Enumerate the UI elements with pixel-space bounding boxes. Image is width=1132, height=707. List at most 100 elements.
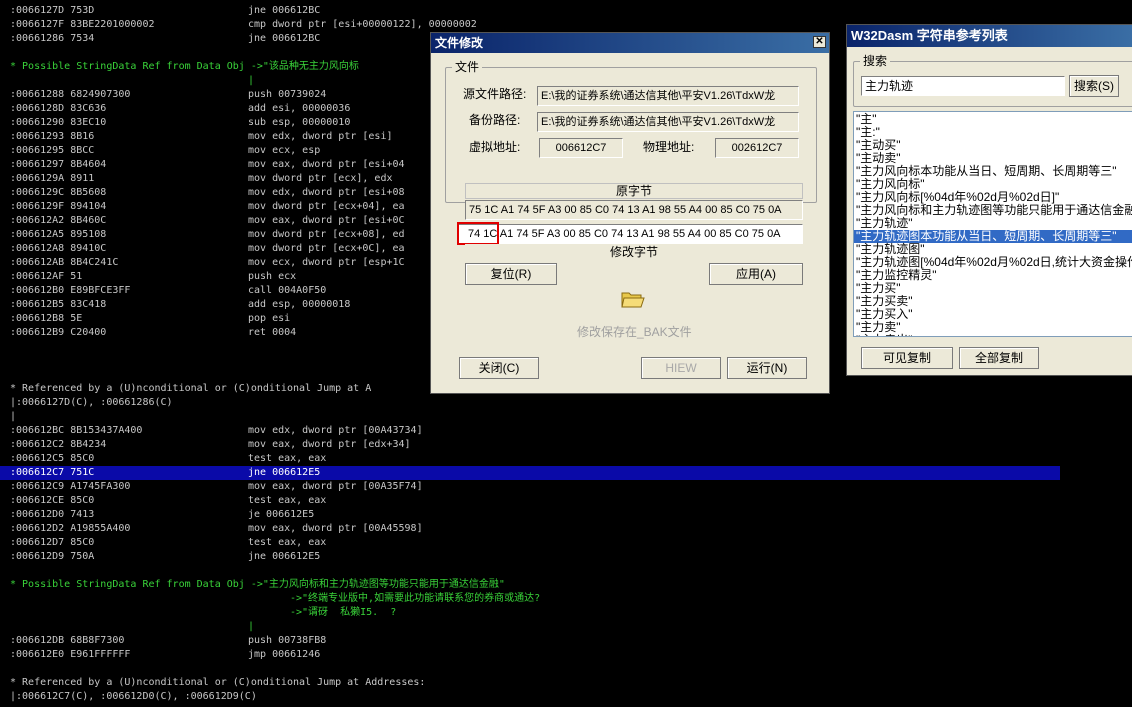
line-address: :006612B5 83C418 — [10, 299, 107, 310]
listing-line-selected[interactable]: :006612C7 751C jne 006612E5 — [0, 466, 1060, 480]
string-list-item[interactable]: "主力卖出" — [854, 334, 1132, 337]
line-instruction: je 006612E5 — [248, 509, 315, 520]
line-instruction: push ecx — [248, 271, 297, 282]
all-copy-button[interactable]: 全部复制 — [959, 347, 1039, 369]
close-button[interactable]: 关闭(C) — [459, 357, 539, 379]
line-instruction: jne 006612BC — [248, 33, 321, 44]
line-instruction: push 00739024 — [248, 89, 327, 100]
line-instruction: ret 0004 — [248, 327, 297, 338]
line-address: :006612CE 85C0 — [10, 495, 95, 506]
line-instruction: mov edx, dword ptr [esi] — [248, 131, 393, 142]
line-instruction: mov dword ptr [ecx+08], ed — [248, 229, 405, 240]
saved-note: 修改保存在_BAK文件 — [577, 325, 692, 339]
line-address: :00661293 8B16 — [10, 131, 95, 142]
string-list[interactable]: "主" "主:" "主动买" "主动卖" "主力风向标本功能从当日、短周期、长周期等三"… — [853, 111, 1132, 337]
line-instruction: mov edx, dword ptr [esi+08 — [248, 187, 405, 198]
line-address: :006612AB 8B4C241C — [10, 257, 119, 268]
line-instruction: add esi, 00000036 — [248, 103, 351, 114]
line-instruction: jmp 00661246 — [248, 649, 321, 660]
flow-bar-glyph: | — [248, 75, 255, 86]
line-instruction: call 004A0F50 — [248, 285, 327, 296]
line-address: :006612AF 51 — [10, 271, 83, 282]
close-icon[interactable]: ✕ — [813, 36, 826, 48]
search-button[interactable]: 搜索(S) — [1069, 75, 1119, 97]
search-input[interactable]: 主力轨迹 — [861, 76, 1065, 96]
line-address: :006612C7 751C — [10, 467, 95, 478]
line-instruction: test eax, eax — [248, 453, 327, 464]
line-instruction: mov ecx, esp — [248, 145, 321, 156]
string-reference-dialog: W32Dasm 字符串参考列表 搜索 主力轨迹 搜索(S) "主" "主:" "主动… — [846, 24, 1132, 376]
line-instruction: pop esi — [248, 313, 291, 324]
line-address: :006612C9 A1745FA300 — [10, 481, 131, 492]
backup-path-label: 备份路径: — [469, 113, 521, 127]
flow-bar-glyph: | — [248, 621, 255, 632]
line-instruction: mov ecx, dword ptr [esp+1C — [248, 257, 405, 268]
original-bytes-field[interactable]: 75 1C A1 74 5F A3 00 85 C0 74 13 A1 98 5… — [465, 200, 803, 220]
line-address: :006612D2 A19855A400 — [10, 523, 131, 534]
line-address: :00661297 8B4604 — [10, 159, 107, 170]
hiew-button[interactable]: HIEW — [641, 357, 721, 379]
line-address: :006612A8 89410C — [10, 243, 107, 254]
string-reference-titlebar[interactable]: W32Dasm 字符串参考列表 — [847, 25, 1132, 47]
comment-text: ->"终端专业版中,如需要此功能请联系您的券商或通达? — [290, 593, 541, 604]
file-modify-titlebar[interactable]: 文件修改 ✕ — [431, 33, 829, 53]
virtual-address-field[interactable]: 006612C7 — [539, 138, 623, 158]
line-address: :006612C5 85C0 — [10, 453, 95, 464]
line-address: :00661290 83EC10 — [10, 117, 107, 128]
line-address: :006612D7 85C0 — [10, 537, 95, 548]
file-modify-dialog: 文件修改 ✕ 文件 源文件路径: E:\我的证券系统\通达信其他\平安V1.26… — [430, 32, 830, 394]
physical-address-field[interactable]: 002612C7 — [715, 138, 799, 158]
reference-text: |:0066127D(C), :00661286(C) — [10, 397, 173, 408]
line-instruction: mov dword ptr [ecx+0C], ea — [248, 243, 405, 254]
source-path-field[interactable]: E:\我的证券系统\通达信其他\平安V1.26\TdxW龙 — [537, 86, 799, 106]
comment-text: ->"谞砑 私獭I5. ? — [290, 607, 397, 618]
line-instruction: mov dword ptr [ecx+04], ea — [248, 201, 405, 212]
reference-text: * Referenced by a (U)nconditional or (C)… — [10, 677, 426, 688]
line-instruction: jne 006612BC — [248, 5, 321, 16]
line-instruction: push 00738FB8 — [248, 635, 327, 646]
file-group-label: 文件 — [452, 60, 483, 74]
folder-icon — [621, 289, 645, 309]
search-group-label: 搜索 — [860, 54, 891, 68]
reset-button[interactable]: 复位(R) — [465, 263, 557, 285]
reference-text: |:006612C7(C), :006612D0(C), :006612D9(C… — [10, 691, 257, 702]
line-instruction: jne 006612E5 — [248, 467, 321, 478]
modified-bytes-input[interactable]: 74 1C A1 74 5F A3 00 85 C0 74 13 A1 98 5… — [457, 224, 803, 244]
line-address: :0066128D 83C636 — [10, 103, 107, 114]
run-button[interactable]: 运行(N) — [727, 357, 807, 379]
line-address: :006612A5 895108 — [10, 229, 107, 240]
source-path-label: 源文件路径: — [463, 87, 527, 101]
line-address: :006612BC 8B153437A400 — [10, 425, 143, 436]
backup-path-field[interactable]: E:\我的证券系统\通达信其他\平安V1.26\TdxW龙 — [537, 112, 799, 132]
line-instruction: mov eax, dword ptr [edx+34] — [248, 439, 411, 450]
line-address: :00661288 6824907300 — [10, 89, 131, 100]
line-address: :0066127D 753D — [10, 5, 95, 16]
line-address: :006612D9 750A — [10, 551, 95, 562]
line-address: :006612C2 8B4234 — [10, 439, 107, 450]
visible-copy-button[interactable]: 可见复制 — [861, 347, 953, 369]
string-dialog-title: W32Dasm 字符串参考列表 — [851, 28, 1008, 43]
virtual-address-label: 虚拟地址: — [469, 140, 521, 154]
line-address: :0066129C 8B5608 — [10, 187, 107, 198]
line-instruction: mov eax, dword ptr [esi+0C — [248, 215, 405, 226]
string-list-item[interactable]: "主" — [854, 113, 1132, 126]
line-instruction: sub esp, 00000010 — [248, 117, 351, 128]
modified-bytes-header: 修改字节 — [465, 244, 803, 260]
apply-button[interactable]: 应用(A) — [709, 263, 803, 285]
line-instruction: jne 006612E5 — [248, 551, 321, 562]
line-instruction: add esp, 00000018 — [248, 299, 351, 310]
line-address: :006612B8 5E — [10, 313, 83, 324]
changed-byte-highlight — [457, 222, 499, 245]
line-address: :006612D0 7413 — [10, 509, 95, 520]
line-address: :006612DB 68B8F7300 — [10, 635, 125, 646]
line-address: :0066129A 8911 — [10, 173, 95, 184]
line-address: :0066129F 894104 — [10, 201, 107, 212]
line-instruction: mov eax, dword ptr [esi+04 — [248, 159, 405, 170]
reference-text: * Referenced by a (U)nconditional or (C)… — [10, 383, 372, 394]
line-address: :006612A2 8B460C — [10, 215, 107, 226]
reference-text: | — [10, 411, 17, 422]
physical-address-label: 物理地址: — [643, 140, 695, 154]
line-address: :00661295 8BCC — [10, 145, 95, 156]
comment-text: * Possible StringData Ref from Data Obj … — [10, 579, 505, 590]
line-instruction: mov dword ptr [ecx], edx — [248, 173, 393, 184]
